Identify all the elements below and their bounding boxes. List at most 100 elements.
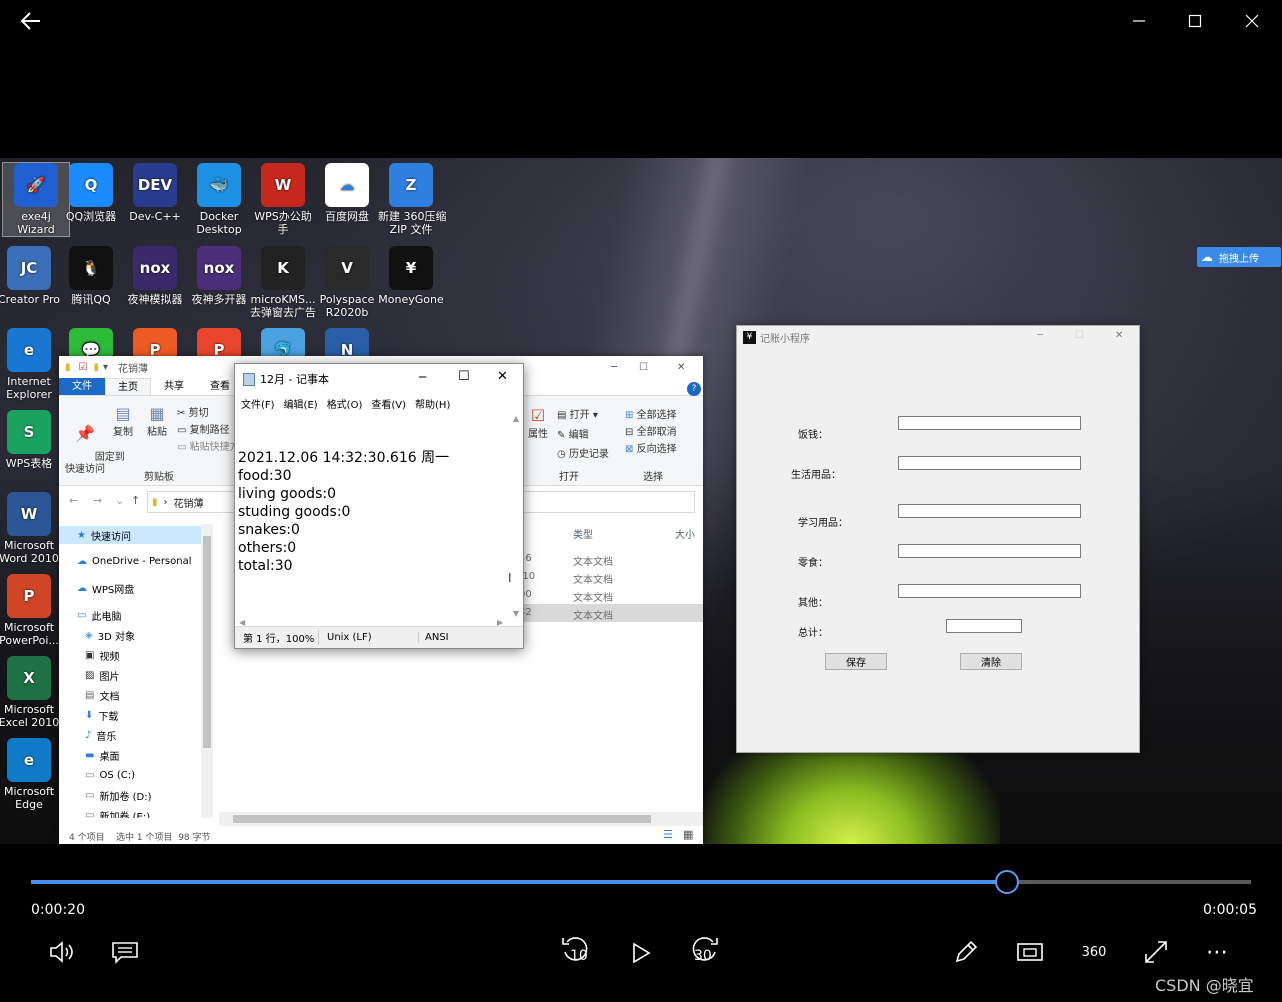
properties-button[interactable]: ☑ 属性 xyxy=(525,406,551,440)
total-field[interactable] xyxy=(946,619,1022,633)
checkbox-icon[interactable]: ☑ xyxy=(79,362,88,373)
up-arrow-icon[interactable]: ↑ xyxy=(131,494,140,507)
volume-icon[interactable] xyxy=(46,936,78,968)
more-options-icon[interactable]: ⋯ xyxy=(1202,936,1234,968)
minimize-icon[interactable] xyxy=(1122,6,1156,36)
nav-scroll-thumb[interactable] xyxy=(203,536,211,748)
menu-item[interactable]: 查看(V) xyxy=(371,396,406,411)
desktop-icon[interactable]: e Internet Explorer xyxy=(0,328,62,401)
clear-button[interactable]: 清除 xyxy=(960,653,1022,670)
chevron-up-icon[interactable]: ▲ xyxy=(513,414,519,423)
select-all-button[interactable]: ⊞ 全部选择 xyxy=(625,406,677,421)
close-icon[interactable]: ✕ xyxy=(1115,330,1123,341)
skip-back-button[interactable]: 10 xyxy=(560,932,594,972)
upload-badge[interactable]: ☁ 拖拽上传 xyxy=(1197,247,1281,267)
edit-button[interactable]: ✎ 编辑 xyxy=(557,426,589,441)
horizontal-scrollbar[interactable] xyxy=(219,812,703,826)
nav-item[interactable]: ☁ OneDrive - Personal xyxy=(59,552,201,570)
menu-item[interactable]: 帮助(H) xyxy=(415,396,450,411)
desktop-icon[interactable]: Q QQ浏览器 xyxy=(58,163,124,223)
nav-item[interactable]: ▣ 视频 xyxy=(59,646,201,664)
menu-item[interactable]: 文件(F) xyxy=(241,396,275,411)
desktop-icon[interactable]: nox 夜神多开器 xyxy=(186,246,252,306)
subtitles-icon[interactable] xyxy=(108,936,142,968)
paste-shortcut-button[interactable]: ▭ 粘贴快捷方 xyxy=(177,438,240,453)
nav-item[interactable]: ▨ 图片 xyxy=(59,666,201,684)
column-size[interactable]: 大小 xyxy=(675,526,695,541)
tab-share[interactable]: 共享 xyxy=(151,378,197,395)
desktop-icon[interactable]: 🐳 Docker Desktop xyxy=(186,163,252,236)
tiles-view-icon[interactable]: ▦ xyxy=(683,828,693,841)
nav-item[interactable]: ☁ WPS网盘 xyxy=(59,579,201,597)
nav-scrollbar[interactable] xyxy=(201,524,213,818)
column-type[interactable]: 类型 xyxy=(573,526,593,541)
360-view-icon[interactable]: 360 xyxy=(1076,936,1112,968)
desktop-icon[interactable]: Z 新建 360压缩 ZIP 文件 xyxy=(378,163,447,236)
amount-input[interactable] xyxy=(898,456,1081,470)
nav-item[interactable]: ★ 快速访问 xyxy=(59,526,201,544)
maximize-icon[interactable]: ☐ xyxy=(639,362,648,373)
table-row[interactable]: 00 文本文档 xyxy=(519,586,703,604)
desktop-icon[interactable]: X Microsoft Excel 2010 xyxy=(0,656,62,729)
tab-home[interactable]: 主页 xyxy=(105,378,151,395)
back-arrow-icon[interactable] xyxy=(14,6,48,36)
close-icon[interactable]: ✕ xyxy=(677,362,685,373)
desktop-icon[interactable]: P Microsoft PowerPoi... xyxy=(0,574,62,647)
seek-bar-thumb[interactable] xyxy=(995,870,1019,894)
amount-input[interactable] xyxy=(898,584,1081,598)
notepad-text-area[interactable]: 2021.12.06 14:32:30.616 周一 food:30 living … xyxy=(238,449,449,575)
maximize-icon[interactable]: ☐ xyxy=(1075,330,1084,341)
desktop-icon[interactable]: W WPS办公助 手 xyxy=(250,163,316,236)
amount-input[interactable] xyxy=(898,504,1081,518)
play-button[interactable] xyxy=(626,938,656,968)
back-arrow-icon[interactable]: ← xyxy=(69,494,78,507)
nav-item[interactable]: ▤ 文档 xyxy=(59,686,201,704)
amount-input[interactable] xyxy=(898,416,1081,430)
copy-path-button[interactable]: ▭ 复制路径 xyxy=(177,421,230,436)
chevron-down-icon[interactable]: ⌄ xyxy=(115,494,124,507)
help-icon[interactable]: ? xyxy=(687,382,701,396)
menu-item[interactable]: 格式(O) xyxy=(327,396,363,411)
amount-input[interactable] xyxy=(898,544,1081,558)
open-button[interactable]: ▤ 打开 ▾ xyxy=(557,406,598,421)
desktop-icon[interactable]: KmicroKMS... 去弹窗去广告 xyxy=(250,246,316,319)
fullscreen-icon[interactable] xyxy=(1140,936,1172,968)
table-row[interactable]: 46 文本文档 xyxy=(519,550,703,568)
mini-view-icon[interactable] xyxy=(1014,936,1046,968)
skip-forward-button[interactable]: 30 xyxy=(688,932,722,972)
horizontal-scroll-thumb[interactable] xyxy=(233,815,651,823)
desktop-icon[interactable]: JC Creator Pro xyxy=(0,246,62,306)
desktop-icon[interactable]: S WPS表格 xyxy=(0,410,62,470)
nav-item[interactable]: ▭ 新加卷 (E:) xyxy=(59,806,201,819)
cut-button[interactable]: ✂ 剪切 xyxy=(177,404,209,419)
minimize-icon[interactable]: ─ xyxy=(419,370,426,384)
forward-arrow-icon[interactable]: → xyxy=(93,494,102,507)
notepad-vertical-scrollbar[interactable]: ▲ ▼ xyxy=(511,414,521,618)
nav-item[interactable]: ▬ 桌面 xyxy=(59,746,201,764)
save-button[interactable]: 保存 xyxy=(825,653,887,670)
desktop-icon[interactable]: DEV Dev-C++ xyxy=(122,163,188,223)
tab-file[interactable]: 文件 xyxy=(59,378,105,395)
close-icon[interactable] xyxy=(1235,6,1269,36)
copy-button[interactable]: ▤ 复制 xyxy=(111,404,135,438)
nav-item[interactable]: ♪ 音乐 xyxy=(59,726,201,744)
invert-select-button[interactable]: ⊠ 反向选择 xyxy=(625,440,677,455)
details-view-icon[interactable]: ☰ xyxy=(663,828,673,841)
desktop-icon[interactable]: ¥ MoneyGone xyxy=(378,246,444,306)
desktop-icon[interactable]: W Microsoft Word 2010 xyxy=(0,492,62,565)
nav-item[interactable]: ▭ 新加卷 (D:) xyxy=(59,786,201,804)
nav-item[interactable]: ⬇ 下载 xyxy=(59,706,201,724)
history-button[interactable]: ◷ 历史记录 xyxy=(557,445,609,460)
chevron-down-icon[interactable]: ▾ xyxy=(103,362,108,373)
close-icon[interactable]: ✕ xyxy=(497,369,508,384)
nav-item[interactable]: ▭ 此电脑 xyxy=(59,606,201,624)
desktop-icon[interactable]: 🐧 腾讯QQ xyxy=(58,246,124,306)
menu-item[interactable]: 编辑(E) xyxy=(284,396,318,411)
pin-button[interactable]: 📌 固定到 快速访问 xyxy=(63,404,125,488)
paste-button[interactable]: ▦ 粘贴 xyxy=(143,404,171,438)
select-none-button[interactable]: ⊟ 全部取消 xyxy=(625,423,677,438)
desktop-icon[interactable]: ☁ 百度网盘 xyxy=(314,163,380,223)
minimize-icon[interactable]: ─ xyxy=(1037,330,1043,341)
desktop-icon[interactable]: V Polyspace R2020b xyxy=(314,246,380,319)
table-row[interactable]: :10 文本文档 xyxy=(519,568,703,586)
